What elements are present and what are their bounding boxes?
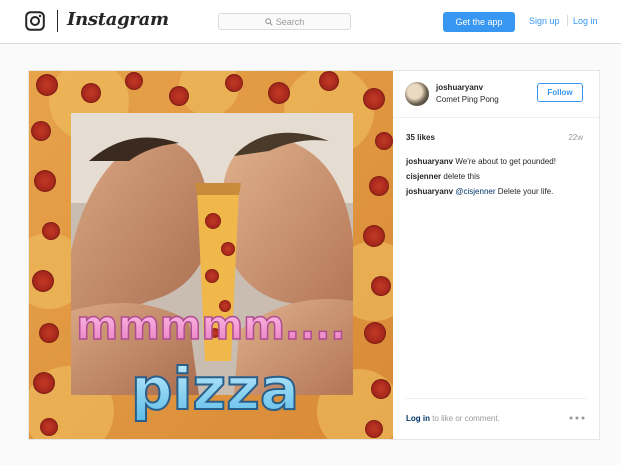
instagram-camera-icon[interactable] bbox=[25, 11, 45, 31]
comment-item: cisjenner delete this bbox=[406, 172, 480, 181]
ellipsis-icon[interactable] bbox=[569, 416, 585, 420]
post-card: mmmmm.... pizza joshuaryanv Comet Ping P… bbox=[28, 70, 600, 440]
header-divider bbox=[393, 117, 599, 118]
logo-divider bbox=[57, 10, 58, 32]
pizza-collage-image: mmmmm.... pizza bbox=[29, 71, 393, 439]
post-sidebar: joshuaryanv Comet Ping Pong Follow 35 li… bbox=[393, 71, 599, 439]
comment-text: delete this bbox=[443, 172, 480, 181]
image-text-top: mmmmm.... bbox=[76, 303, 345, 349]
get-the-app-button[interactable]: Get the app bbox=[443, 12, 515, 32]
image-text-bottom: pizza bbox=[131, 355, 299, 423]
instagram-wordmark[interactable]: Instagram bbox=[67, 9, 169, 30]
avatar[interactable] bbox=[405, 82, 429, 106]
comment-text: We're about to get pounded! bbox=[455, 157, 556, 166]
search-placeholder: Search bbox=[275, 16, 305, 27]
login-prompt: Log in to like or comment. bbox=[406, 414, 500, 423]
comment-item: joshuaryanv @cisjenner Delete your life. bbox=[406, 187, 553, 196]
comment-user[interactable]: joshuaryanv bbox=[406, 157, 453, 166]
likes-count[interactable]: 35 likes bbox=[406, 133, 435, 142]
sign-up-link[interactable]: Sign up bbox=[529, 16, 560, 26]
comment-user[interactable]: joshuaryanv bbox=[406, 187, 453, 196]
post-location[interactable]: Comet Ping Pong bbox=[436, 95, 499, 104]
magnifier-icon bbox=[265, 17, 273, 26]
comment-item: joshuaryanv We're about to get pounded! bbox=[406, 157, 556, 166]
search-input[interactable]: Search bbox=[218, 13, 351, 30]
footer-divider bbox=[405, 398, 587, 399]
post-age[interactable]: 22w bbox=[568, 133, 583, 142]
comment-user[interactable]: cisjenner bbox=[406, 172, 441, 181]
post-username[interactable]: joshuaryanv bbox=[436, 83, 483, 92]
top-nav: Instagram Search Get the app Sign up Log… bbox=[0, 0, 621, 44]
comment-text: Delete your life. bbox=[497, 187, 554, 196]
log-in-link[interactable]: Log in bbox=[573, 16, 598, 26]
post-image[interactable]: mmmmm.... pizza bbox=[29, 71, 393, 439]
login-prompt-link[interactable]: Log in bbox=[406, 414, 430, 423]
nav-separator bbox=[567, 15, 568, 26]
follow-button[interactable]: Follow bbox=[537, 83, 583, 102]
comment-mention[interactable]: @cisjenner bbox=[455, 187, 495, 196]
login-prompt-text: to like or comment. bbox=[432, 414, 500, 423]
